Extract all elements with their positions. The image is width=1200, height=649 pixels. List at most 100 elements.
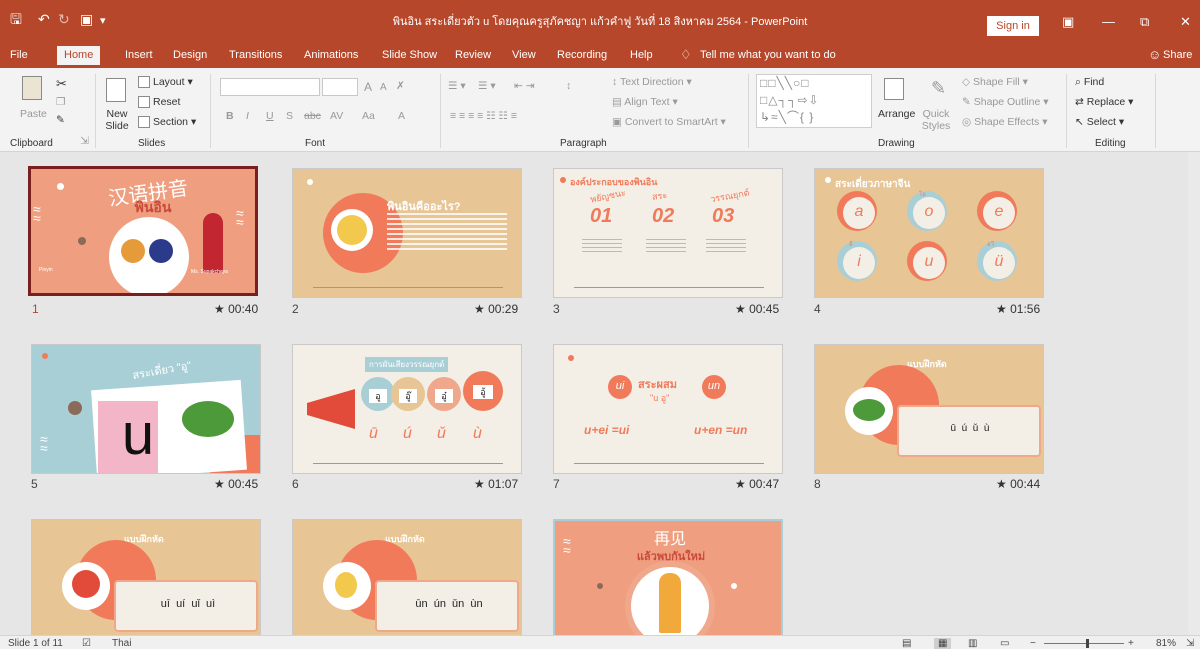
convert-smartart-button[interactable]: ▣ Convert to SmartArt ▾ xyxy=(612,116,726,128)
copy-icon[interactable]: ❐ xyxy=(56,96,65,108)
divider xyxy=(440,74,441,148)
clipboard-launcher-icon[interactable]: ⇲ xyxy=(80,135,89,147)
share-icon[interactable]: ☺ xyxy=(1148,47,1161,62)
slide-thumbnail-11[interactable]: ≈ ≈ 再见 แล้วพบกันใหม่ xyxy=(553,519,783,635)
shadow-button[interactable]: S xyxy=(286,110,293,122)
duration-value: 00:29 xyxy=(488,302,519,316)
spelling-icon[interactable]: ☑ xyxy=(82,638,91,649)
align-text-label: Align Text xyxy=(624,96,670,108)
slide-number: 5 xyxy=(31,477,38,491)
close-icon[interactable]: ✕ xyxy=(1180,14,1191,30)
maximize-icon[interactable]: ⧉ xyxy=(1140,14,1149,30)
replace-button[interactable]: ⇄ Replace ▾ xyxy=(1075,96,1133,108)
slide-sorter-view-icon[interactable]: ▦ xyxy=(934,638,952,649)
numbering-icon[interactable]: ☰ ▾ xyxy=(478,80,496,92)
quick-styles-button[interactable]: Quick Styles xyxy=(920,108,952,132)
cut-icon[interactable]: ✂ xyxy=(56,76,67,92)
slide-thumbnail-8[interactable]: แบบฝึกหัด ū ú ǔ ù xyxy=(814,344,1044,474)
sign-in-button[interactable]: Sign in xyxy=(987,16,1039,36)
slide-number: 8 xyxy=(814,477,821,491)
layout-button[interactable]: Layout ▾ xyxy=(138,76,193,89)
zoom-slider[interactable] xyxy=(1044,643,1124,644)
shape-effects-button[interactable]: ◎ Shape Effects ▾ xyxy=(962,116,1047,128)
slide-thumbnail-7[interactable]: ui un สระผสม "u อู" u+ei =ui u+en =un xyxy=(553,344,783,474)
align-text-icon: ▤ xyxy=(612,96,622,108)
slide-thumbnail-2[interactable]: พินอินคืออะไร? xyxy=(292,168,522,298)
paragraph-group-label: Paragraph xyxy=(560,138,607,149)
change-case-button[interactable]: Aa xyxy=(362,110,375,122)
quick-styles-icon[interactable]: ✎ xyxy=(931,78,946,99)
minimize-icon[interactable]: — xyxy=(1102,14,1115,29)
section-label: Section xyxy=(153,116,189,128)
tab-slide-show[interactable]: Slide Show xyxy=(382,49,437,61)
language-indicator[interactable]: Thai xyxy=(112,638,131,649)
indent-icon[interactable]: ⇤ ⇥ xyxy=(514,80,535,92)
slide-thumbnail-6[interactable]: การผันเสียงวรรณยุกต์ อู อู๊ อู๋ อู้ ū ú … xyxy=(292,344,522,474)
line-spacing-icon[interactable]: ↕ xyxy=(566,80,571,92)
dot-decoration xyxy=(825,177,831,183)
tab-recording[interactable]: Recording xyxy=(557,49,607,61)
shapes-gallery[interactable]: □□╲╲○□ □△┐┐⇨⇩ ↳≈╲⌒{ } xyxy=(756,74,872,128)
tell-me-search[interactable]: Tell me what you want to do xyxy=(700,49,836,61)
font-name-box[interactable] xyxy=(220,78,320,96)
fit-to-window-icon[interactable]: ⇲ xyxy=(1186,638,1194,649)
turtle-image xyxy=(853,399,885,421)
find-button[interactable]: ⌕ Find xyxy=(1075,76,1104,89)
reading-view-icon[interactable]: ▥ xyxy=(968,638,977,649)
font-color-button[interactable]: A xyxy=(398,110,405,122)
item-number: 02 xyxy=(652,205,675,227)
align-text-button[interactable]: ▤ Align Text ▾ xyxy=(612,96,678,108)
shape-fill-button[interactable]: ◇ Shape Fill ▾ xyxy=(962,76,1028,88)
slide-thumbnail-4[interactable]: สระเดี่ยวภาษาจีน a o e i u ü อา โอ เออ อ… xyxy=(814,168,1044,298)
character-spacing-button[interactable]: AV xyxy=(330,110,343,122)
zoom-in-icon[interactable]: + xyxy=(1128,638,1134,649)
arrange-button[interactable]: Arrange xyxy=(878,108,915,120)
grow-font-button[interactable]: A xyxy=(364,80,372,94)
bold-button[interactable]: B xyxy=(226,110,234,122)
normal-view-icon[interactable]: ▤ xyxy=(902,638,911,649)
text-direction-button[interactable]: ↕ Text Direction ▾ xyxy=(612,76,692,88)
paste-button[interactable]: Paste xyxy=(20,108,47,120)
format-painter-icon[interactable]: ✎ xyxy=(56,114,65,126)
tab-view[interactable]: View xyxy=(512,49,536,61)
slide-show-view-icon[interactable]: ▭ xyxy=(1000,638,1009,649)
slide-thumbnail-10[interactable]: แบบฝึกหัด ūn ún ǔn ùn xyxy=(292,519,522,635)
tab-transitions[interactable]: Transitions xyxy=(229,49,282,61)
tab-animations[interactable]: Animations xyxy=(304,49,358,61)
shrink-font-button[interactable]: A xyxy=(380,82,387,93)
select-button[interactable]: ↖ Select ▾ xyxy=(1075,116,1124,128)
section-button[interactable]: Section ▾ xyxy=(138,116,196,129)
font-size-box[interactable] xyxy=(322,78,358,96)
share-button[interactable]: Share xyxy=(1163,49,1192,61)
tab-home[interactable]: Home xyxy=(57,46,101,65)
align-icons[interactable]: ≡ ≡ ≡ ≡ ☷ ☷ ≡ xyxy=(450,110,517,122)
tab-review[interactable]: Review xyxy=(455,49,491,61)
underline-button[interactable]: U xyxy=(266,110,274,122)
editing-group-label: Editing xyxy=(1095,138,1126,149)
arrange-icon[interactable] xyxy=(884,78,904,100)
tab-design[interactable]: Design xyxy=(173,49,207,61)
new-slide-button[interactable]: New Slide xyxy=(104,108,130,132)
vertical-scrollbar[interactable] xyxy=(1188,152,1200,635)
tab-insert[interactable]: Insert xyxy=(125,49,153,61)
reset-button[interactable]: Reset xyxy=(138,96,180,109)
slide-thumbnail-5[interactable]: สระเดี่ยว "อู" u ≈ ≈ xyxy=(31,344,261,474)
slide-thumbnail-1[interactable]: ≈ ≈ 汉语拼音 พินอิน ≈ ≈ Pinyin Ms. Supakchaya xyxy=(28,166,258,296)
slide-thumbnail-9[interactable]: แบบฝึกหัด uī uí uǐ uì xyxy=(31,519,261,635)
paste-icon[interactable] xyxy=(22,76,42,100)
bullets-icon[interactable]: ☰ ▾ xyxy=(448,80,466,92)
ribbon-display-icon[interactable]: ▣ xyxy=(1062,14,1074,30)
zoom-out-icon[interactable]: − xyxy=(1030,638,1036,649)
italic-button[interactable]: I xyxy=(246,110,249,122)
new-slide-icon[interactable] xyxy=(106,78,126,102)
zoom-slider-thumb[interactable] xyxy=(1086,639,1089,648)
slide-subtitle: "u อู" xyxy=(650,393,670,403)
tab-file[interactable]: File xyxy=(10,49,28,61)
clear-format-icon[interactable]: ✗ xyxy=(396,80,405,92)
tab-help[interactable]: Help xyxy=(630,49,653,61)
arc-label: สระ xyxy=(651,189,668,203)
shape-outline-button[interactable]: ✎ Shape Outline ▾ xyxy=(962,96,1049,108)
slide-thumbnail-3[interactable]: องค์ประกอบของพินอิน พยัญชนะ สระ วรรณยุกต… xyxy=(553,168,783,298)
strikethrough-button[interactable]: abc xyxy=(304,110,321,122)
zoom-level[interactable]: 81% xyxy=(1156,638,1176,649)
